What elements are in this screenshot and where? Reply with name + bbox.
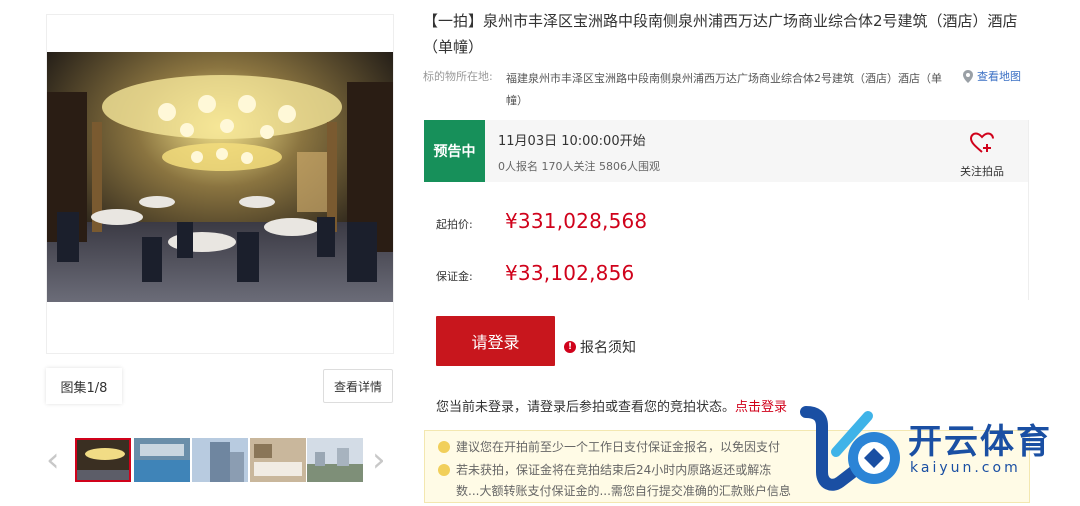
login-tip-text: 您当前未登录，请登录后参拍或查看您的竞拍状态。 xyxy=(436,400,736,415)
lot-title: 【一拍】泉州市丰泽区宝洲路中段南侧泉州浦西万达广场商业综合体2号建筑（酒店）酒店… xyxy=(423,12,1018,56)
thumbnail-4[interactable] xyxy=(250,438,306,482)
tip-2-text: 若未获拍，保证金将在竞拍结束后24小时内原路返还或解冻 xyxy=(456,463,772,477)
tip-2: 若未获拍，保证金将在竞拍结束后24小时内原路返还或解冻 xyxy=(438,461,771,478)
album-counter[interactable]: 图集1/8 xyxy=(46,368,122,404)
start-price-value: ¥331,028,568 xyxy=(505,209,648,233)
restaurant-photo-icon xyxy=(47,52,393,302)
bulb-icon xyxy=(438,463,450,476)
main-photo-restaurant[interactable] xyxy=(47,52,393,302)
view-map-link[interactable]: 查看地图 xyxy=(963,68,1021,84)
alert-icon: ! xyxy=(564,341,576,353)
click-login-link[interactable]: 点击登录 xyxy=(735,400,787,415)
participation-stats: 0人报名 170人关注 5806人围观 xyxy=(498,160,660,173)
thumb-tower-icon xyxy=(192,438,248,482)
status-badge: 预告中 xyxy=(424,120,485,182)
deposit-label: 保证金: xyxy=(436,270,473,283)
thumb-pool-icon xyxy=(134,438,190,482)
chevron-left-icon[interactable]: ‹ xyxy=(46,443,60,477)
thumb-city-icon xyxy=(307,438,363,482)
registration-notice-link[interactable]: ! 报名须知 xyxy=(564,337,636,357)
view-map-label: 查看地图 xyxy=(977,70,1021,83)
tip-1-text: 建议您在开拍前至少一个工作日支付保证金报名，以免因支付 xyxy=(456,440,781,454)
thumbnail-3[interactable] xyxy=(192,438,248,482)
map-pin-icon xyxy=(963,69,973,83)
watermark-logo-icon xyxy=(796,402,906,502)
login-tip: 您当前未登录，请登录后参拍或查看您的竞拍状态。点击登录 xyxy=(436,396,787,415)
bulb-icon xyxy=(438,440,450,453)
tip-1: 建议您在开拍前至少一个工作日支付保证金报名，以免因支付 xyxy=(438,438,780,455)
watermark-text: 开云体育 xyxy=(908,422,1052,462)
thumb-restaurant-icon xyxy=(77,440,129,480)
heart-plus-icon xyxy=(969,132,994,153)
follow-lot-button[interactable]: 关注拍品 xyxy=(950,132,1014,179)
follow-lot-label: 关注拍品 xyxy=(960,165,1004,178)
panel-border xyxy=(1028,120,1029,300)
thumb-room-icon xyxy=(250,438,306,482)
location-label: 标的物所在地: xyxy=(423,70,493,83)
deposit-value: ¥33,102,856 xyxy=(505,261,635,285)
watermark-domain: kaiyun.com xyxy=(910,460,1021,476)
start-time: 11月03日 10:00:00开始 xyxy=(498,134,646,149)
thumbnail-5[interactable] xyxy=(307,438,363,482)
tip-3: 数...大额转账支付保证金的...需您自行提交准确的汇款账户信息 xyxy=(456,482,791,499)
view-details-button[interactable]: 查看详情 xyxy=(323,369,393,403)
thumbnail-1[interactable] xyxy=(75,438,131,482)
thumbnail-2[interactable] xyxy=(134,438,190,482)
location-text: 福建泉州市丰泽区宝洲路中段南侧泉州浦西万达广场商业综合体2号建筑（酒店）酒店（单… xyxy=(506,72,942,107)
chevron-right-icon[interactable]: › xyxy=(372,443,386,477)
tip-3-text: 数...大额转账支付保证金的...需您自行提交准确的汇款账户信息 xyxy=(456,484,791,498)
login-button[interactable]: 请登录 xyxy=(436,316,555,366)
start-price-label: 起拍价: xyxy=(436,218,473,231)
registration-notice-label: 报名须知 xyxy=(580,340,636,356)
